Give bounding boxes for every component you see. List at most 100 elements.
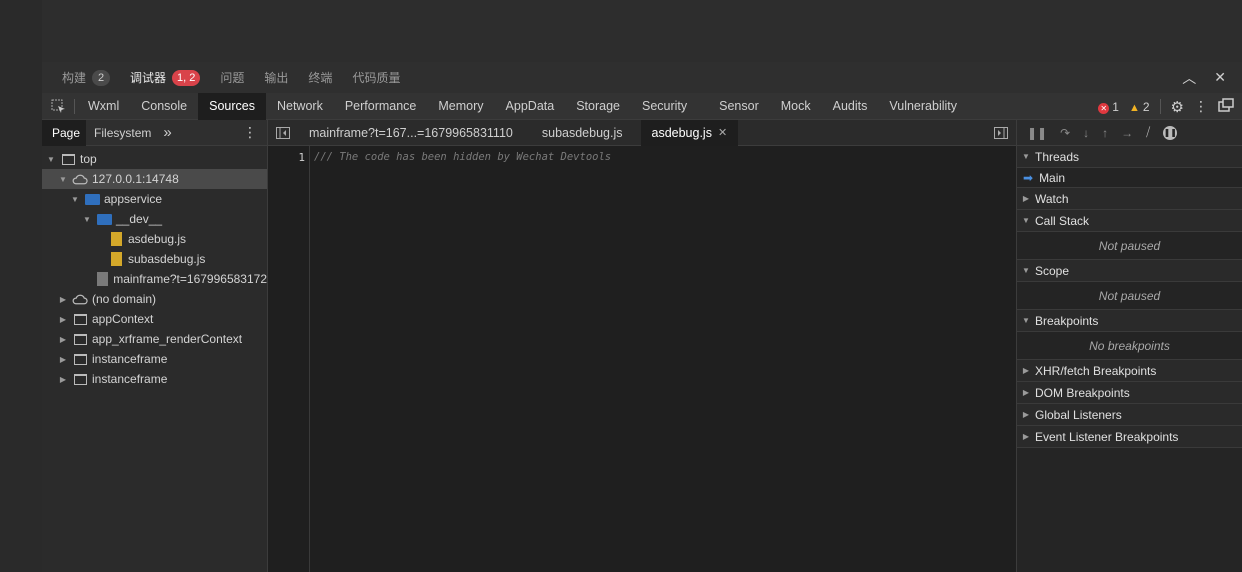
collapsed-arrow-icon: ▶	[1022, 388, 1030, 397]
tab-network[interactable]: Network	[266, 93, 334, 120]
section-title: Watch	[1035, 191, 1069, 206]
tab-mock[interactable]: Mock	[770, 93, 822, 120]
step-out-icon[interactable]: ↑	[1102, 126, 1108, 140]
pause-on-exceptions-icon[interactable]: ❚❚	[1163, 125, 1178, 140]
tab-memory[interactable]: Memory	[427, 93, 494, 120]
step-over-icon[interactable]: ↷	[1060, 126, 1070, 140]
tab-storage[interactable]: Storage	[565, 93, 631, 120]
tab-performance[interactable]: Performance	[334, 93, 428, 120]
tab-console[interactable]: Console	[130, 93, 198, 120]
expand-arrow-icon: ▼	[1022, 316, 1030, 325]
thread-label: Main	[1039, 170, 1066, 185]
collapsed-arrow-icon: ▶	[1022, 194, 1030, 203]
tab-terminal[interactable]: 终端	[298, 62, 342, 93]
tree-item-dev[interactable]: ▼ __dev__	[42, 209, 267, 229]
tree-item-appcontext[interactable]: ▶ appContext	[42, 309, 267, 329]
section-scope[interactable]: ▼ Scope	[1017, 260, 1242, 282]
frame-icon	[60, 153, 76, 165]
tab-label: 输出	[264, 71, 289, 85]
expand-arrow-icon: ▼	[47, 154, 55, 164]
toggle-navigator-icon[interactable]	[268, 126, 298, 139]
document-icon	[96, 272, 109, 286]
section-call-stack[interactable]: ▼ Call Stack	[1017, 210, 1242, 232]
step-icon[interactable]: →	[1121, 126, 1133, 140]
section-title: XHR/fetch Breakpoints	[1035, 363, 1157, 378]
tab-problems[interactable]: 问题	[210, 62, 254, 93]
expand-arrow-icon: ▼	[1022, 152, 1030, 161]
close-icon[interactable]: ✕	[1214, 69, 1226, 86]
section-watch[interactable]: ▶ Watch	[1017, 188, 1242, 210]
warning-count[interactable]: ▲ 2	[1129, 100, 1150, 114]
more-vertical-icon[interactable]: ⋮	[233, 120, 267, 146]
tree-item-instanceframe[interactable]: ▶ instanceframe	[42, 349, 267, 369]
close-tab-icon[interactable]: ✕	[718, 126, 727, 139]
pause-icon[interactable]: ❚❚	[1027, 126, 1047, 140]
section-dom-breakpoints[interactable]: ▶ DOM Breakpoints	[1017, 382, 1242, 404]
section-title: Threads	[1035, 149, 1080, 164]
error-count[interactable]: ✕ 1	[1098, 100, 1119, 114]
tab-security[interactable]: Security	[631, 93, 708, 120]
tree-label: (no domain)	[92, 292, 157, 306]
navigator-tabs: Page Filesystem » ⋮	[42, 119, 267, 146]
tab-audits[interactable]: Audits	[822, 93, 879, 120]
tab-output[interactable]: 输出	[254, 62, 298, 93]
tab-vulnerability[interactable]: Vulnerability	[878, 93, 968, 120]
tab-sources[interactable]: Sources	[198, 92, 266, 120]
tree-item-asdebug[interactable]: asdebug.js	[42, 229, 267, 249]
line-gutter: 1	[268, 146, 310, 572]
cloud-icon	[72, 293, 88, 305]
tree-item-host[interactable]: ▼ 127.0.0.1:14748	[42, 169, 267, 189]
tab-label: asdebug.js	[651, 125, 712, 140]
editor-tab-mainframe[interactable]: mainframe?t=167...=1679965831110	[298, 120, 531, 146]
section-event-listener-breakpoints[interactable]: ▶ Event Listener Breakpoints	[1017, 426, 1242, 448]
section-global-listeners[interactable]: ▶ Global Listeners	[1017, 404, 1242, 426]
tree-item-mainframe[interactable]: mainframe?t=167996583172	[42, 269, 267, 289]
current-thread-arrow-icon: ➡	[1023, 170, 1034, 185]
more-tabs-icon[interactable]: »	[157, 120, 177, 146]
tab-build[interactable]: 构建 2	[52, 62, 120, 93]
undock-icon[interactable]	[1218, 98, 1234, 115]
code-editor: mainframe?t=167...=1679965831110 subasde…	[268, 119, 1016, 572]
tree-item-no-domain[interactable]: ▶ (no domain)	[42, 289, 267, 309]
tab-debugger[interactable]: 调试器 1, 2	[120, 62, 210, 93]
tab-code-quality[interactable]: 代码质量	[342, 62, 410, 93]
more-vertical-icon[interactable]: ⋮	[1194, 98, 1208, 115]
toggle-debugger-icon[interactable]	[986, 126, 1016, 139]
collapsed-arrow-icon: ▶	[59, 294, 67, 304]
tree-item-subasdebug[interactable]: subasdebug.js	[42, 249, 267, 269]
code-area[interactable]: 1 /// The code has been hidden by Wechat…	[268, 146, 1016, 572]
collapsed-arrow-icon: ▶	[59, 374, 67, 384]
editor-tabs: mainframe?t=167...=1679965831110 subasde…	[268, 119, 1016, 146]
tab-label: 问题	[220, 71, 245, 85]
section-breakpoints[interactable]: ▼ Breakpoints	[1017, 310, 1242, 332]
file-tree: ▼ top ▼ 127.0.0.1:14748 ▼ appservice ▼ _…	[42, 146, 267, 389]
deactivate-breakpoints-icon[interactable]: ⧸	[1146, 125, 1150, 140]
tab-sensor[interactable]: Sensor	[708, 93, 770, 120]
tab-wxml[interactable]: Wxml	[77, 93, 130, 120]
tree-item-appservice[interactable]: ▼ appservice	[42, 189, 267, 209]
tree-item-xrframe[interactable]: ▶ app_xrframe_renderContext	[42, 329, 267, 349]
editor-tab-subasdebug[interactable]: subasdebug.js	[531, 120, 641, 146]
inspect-element-icon[interactable]	[42, 93, 74, 120]
step-into-icon[interactable]: ↓	[1083, 126, 1089, 140]
cloud-icon	[72, 173, 88, 185]
expand-arrow-icon: ▼	[1022, 216, 1030, 225]
editor-tab-asdebug[interactable]: asdebug.js ✕	[640, 119, 739, 146]
section-xhr-breakpoints[interactable]: ▶ XHR/fetch Breakpoints	[1017, 360, 1242, 382]
thread-main[interactable]: ➡ Main	[1017, 168, 1242, 188]
tab-filesystem[interactable]: Filesystem	[86, 120, 157, 146]
tree-label: instanceframe	[92, 372, 168, 386]
collapse-icon[interactable]: ︿	[1182, 68, 1196, 88]
tab-label: 代码质量	[352, 71, 401, 85]
expand-arrow-icon: ▼	[83, 214, 91, 224]
gear-icon[interactable]: ⚙	[1171, 98, 1184, 116]
tree-item-instanceframe[interactable]: ▶ instanceframe	[42, 369, 267, 389]
collapsed-arrow-icon: ▶	[59, 314, 67, 324]
section-threads[interactable]: ▼ Threads	[1017, 146, 1242, 168]
tab-appdata[interactable]: AppData	[495, 93, 566, 120]
breakpoints-status: No breakpoints	[1017, 332, 1242, 360]
warning-count-label: 2	[1142, 99, 1150, 114]
tab-page[interactable]: Page	[42, 119, 87, 146]
tree-item-top[interactable]: ▼ top	[42, 149, 267, 169]
error-count-label: 1	[1112, 99, 1119, 114]
